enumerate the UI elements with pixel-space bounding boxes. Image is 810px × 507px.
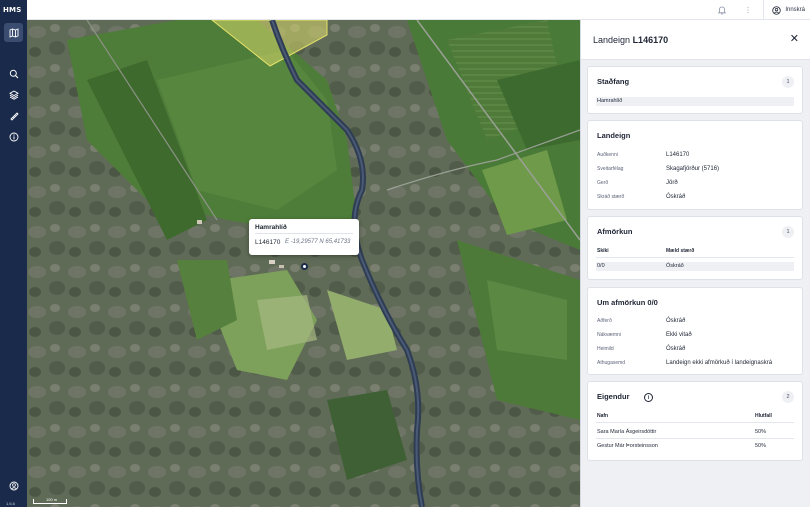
hms-logo: HMS [3, 6, 22, 14]
landeign-label: Sveitarfélag [597, 166, 624, 172]
stadfang-card: Staðfang 1 Hamrahlíð [587, 66, 803, 114]
ruler-icon [9, 111, 19, 121]
panel-title-id: L146170 [632, 35, 669, 45]
stadfang-count-badge: 1 [782, 76, 794, 88]
measure-button[interactable] [4, 106, 23, 125]
landeign-card: Landeign Auðkenni L146170 Sveitarfélag S… [587, 120, 803, 210]
um-afmorkun-label: Heimild [597, 346, 614, 352]
um-afmorkun-label: Aðferð [597, 318, 612, 324]
map-scale-bar: 100 m [33, 497, 67, 504]
login-button[interactable]: Innskrá [763, 0, 805, 20]
owner-name: Sara María Ásgeirsdóttir [597, 429, 657, 435]
eigendur-count-badge: 2 [782, 391, 794, 403]
panel-header: Landeign L146170 ✕ [581, 20, 810, 60]
landeign-label: Skráð stærð [597, 194, 625, 200]
owner-share: 50% [755, 443, 767, 449]
afmorkun-col-header: Mæld stærð [666, 248, 695, 254]
search-button[interactable] [4, 64, 23, 83]
table-row[interactable] [596, 262, 794, 271]
popup-coordinates: E -19,29577 N 65,41733 [285, 239, 351, 245]
close-icon[interactable]: ✕ [790, 34, 799, 45]
landeign-value: Jörð [666, 180, 678, 186]
stadfang-heading: Staðfang [597, 77, 630, 86]
scale-label: 100 m [46, 497, 58, 502]
divider [596, 422, 794, 423]
layers-icon [8, 89, 19, 100]
eigendur-col-header: Hlutfall [755, 413, 772, 419]
login-label: Innskrá [785, 7, 805, 13]
landeign-value: Skagafjörður (5716) [666, 166, 720, 172]
account-button[interactable] [4, 476, 23, 495]
afmorkun-heading: Afmörkun [597, 227, 633, 236]
bell-icon[interactable] [717, 5, 727, 15]
landeign-heading: Landeign [597, 131, 631, 140]
info-icon[interactable]: i [644, 393, 653, 402]
um-afmorkun-value: Óskráð [666, 346, 686, 352]
app-version: 1.6.6 [6, 501, 15, 506]
layers-button[interactable] [4, 85, 23, 104]
info-circle-icon [9, 132, 18, 141]
map-view-button[interactable] [4, 23, 23, 42]
stadfang-value[interactable]: Hamrahlíð [597, 98, 622, 104]
afmorkun-count-badge: 1 [782, 226, 794, 238]
location-popup[interactable]: Hamrahlíð L146170 E -19,29577 N 65,41733 [249, 219, 359, 255]
eigendur-col-header: Nafn [597, 413, 609, 419]
location-marker[interactable] [301, 263, 308, 270]
owner-share: 50% [755, 429, 767, 435]
eigendur-card: Eigendur i 2 Nafn Hlutfall Sara María Ás… [587, 381, 803, 461]
left-navigation-rail: HMS 1.6.6 [0, 0, 27, 507]
map-icon [9, 27, 18, 38]
info-button[interactable] [4, 127, 23, 146]
um-afmorkun-card: Um afmörkun 0/0 Aðferð Óskráð Nákvæmni E… [587, 287, 803, 375]
landeign-value: L146170 [666, 152, 690, 158]
afmorkun-card: Afmörkun 1 Skiki Mæld stærð 0/0 Óskráð [587, 216, 803, 280]
top-bar: Innskrá [27, 0, 810, 20]
landeign-label: Auðkenni [597, 152, 618, 158]
search-icon [9, 69, 18, 78]
user-circle-icon [772, 5, 781, 15]
user-circle-icon [9, 481, 18, 490]
um-afmorkun-label: Nákvæmni [597, 332, 621, 338]
panel-title: Landeign L146170 [593, 35, 668, 45]
popup-title: Hamrahlíð [255, 224, 287, 231]
um-afmorkun-heading: Um afmörkun 0/0 [597, 298, 658, 307]
owner-name: Gestur Már Þorsteinsson [597, 443, 658, 449]
more-vertical-icon[interactable] [743, 5, 753, 15]
landeign-label: Gerð [597, 180, 609, 186]
um-afmorkun-value: Landeign ekki afmörkuð í landeignaskrá [666, 360, 773, 366]
panel-title-prefix: Landeign [593, 35, 631, 45]
popup-divider [255, 233, 353, 234]
landeign-value: Óskráð [666, 194, 686, 200]
eigendur-heading: Eigendur [597, 392, 630, 401]
um-afmorkun-value: Ekki vitað [666, 332, 692, 338]
popup-parcel-id: L146170 [255, 239, 281, 246]
afmorkun-cell: Óskráð [666, 263, 684, 269]
divider [596, 257, 794, 258]
afmorkun-col-header: Skiki [597, 248, 609, 254]
um-afmorkun-value: Óskráð [666, 318, 686, 324]
stadfang-row-bg [596, 97, 794, 106]
parcel-details-panel: Landeign L146170 ✕ Staðfang 1 Hamrahlíð … [580, 20, 810, 507]
afmorkun-cell: 0/0 [597, 263, 605, 269]
satellite-map[interactable]: Hamrahlíð L146170 E -19,29577 N 65,41733… [27, 20, 580, 507]
divider [596, 438, 794, 439]
um-afmorkun-label: Athugasemd [597, 360, 626, 366]
